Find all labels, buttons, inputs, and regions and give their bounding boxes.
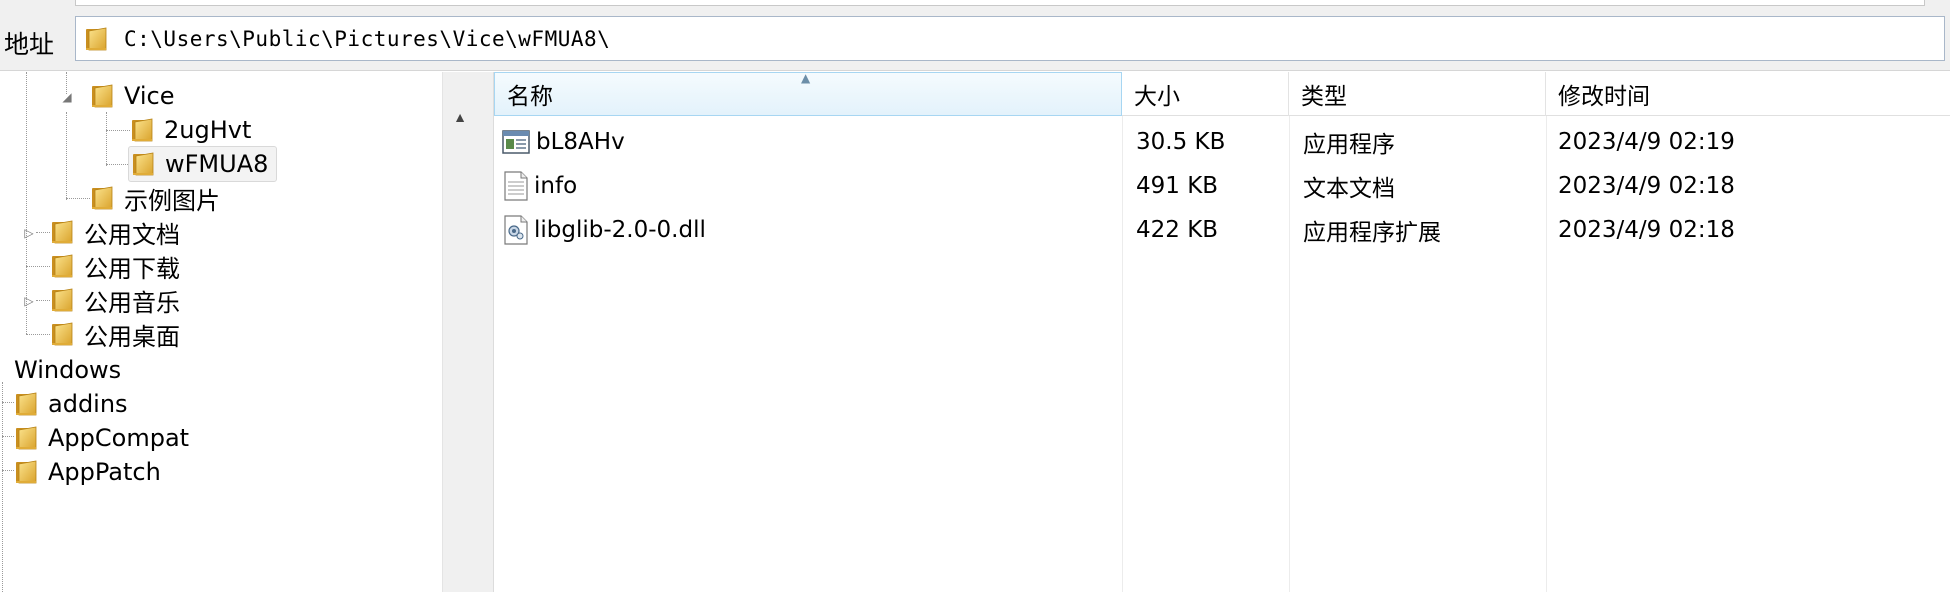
folder-icon — [14, 425, 40, 451]
folder-icon — [50, 321, 76, 347]
address-path: C:\Users\Public\Pictures\Vice\wFMUA8\ — [124, 27, 611, 51]
file-size-cell: 30.5 KB — [1136, 129, 1226, 155]
sort-ascending-icon: ▲ — [801, 71, 811, 85]
tree-item-public-music[interactable]: 公用音乐 — [50, 282, 180, 318]
column-header-label: 类型 — [1301, 84, 1347, 110]
address-input[interactable]: C:\Users\Public\Pictures\Vice\wFMUA8\ — [75, 16, 1945, 61]
tree-item-label: 示例图片 — [124, 186, 220, 215]
tree-guide — [2, 402, 14, 403]
tree-item-label: AppPatch — [48, 458, 161, 486]
file-modified-cell: 2023/4/9 02:19 — [1558, 129, 1735, 155]
tree-item-label: 公用文档 — [84, 220, 180, 249]
tree-scrollbar[interactable]: ▲ — [442, 72, 476, 592]
tree-item-public-documents[interactable]: 公用文档 — [50, 214, 180, 250]
application-icon — [502, 130, 530, 154]
file-modified-cell: 2023/4/9 02:18 — [1558, 217, 1735, 243]
folder-icon — [50, 253, 76, 279]
tree-item-vice[interactable]: Vice — [90, 78, 175, 114]
folder-icon — [50, 287, 76, 313]
file-name-cell: libglib-2.0-0.dll — [504, 212, 706, 248]
tree-guide — [106, 112, 107, 166]
tree-item-label: 2ugHvt — [164, 116, 252, 144]
address-bar-row: 地址 C:\Users\Public\Pictures\Vice\wFMUA8\ — [0, 11, 1950, 71]
tree-item-windows[interactable]: Windows — [6, 352, 121, 388]
folder-icon — [131, 151, 157, 177]
collapsed-triangle-icon[interactable]: ▷ — [22, 226, 36, 240]
file-size-cell: 491 KB — [1136, 173, 1219, 199]
tree-item-appcompat[interactable]: AppCompat — [14, 420, 189, 456]
tree-item-label: addins — [48, 390, 128, 418]
folder-icon — [90, 83, 116, 109]
column-header-label: 修改时间 — [1558, 84, 1650, 110]
tree-item-wfmua8[interactable]: wFMUA8 — [128, 146, 278, 182]
expanded-triangle-icon[interactable]: ◢ — [60, 90, 74, 104]
folder-icon — [90, 185, 116, 211]
tree-item-label: Vice — [124, 82, 175, 110]
tree-item-apppatch[interactable]: AppPatch — [14, 454, 161, 490]
tree-item-label: 公用桌面 — [84, 322, 180, 351]
file-name-cell: info — [504, 168, 577, 204]
file-name: info — [534, 173, 578, 199]
dll-file-icon — [504, 215, 528, 245]
tree-item-label: 公用下载 — [84, 254, 180, 283]
tree-item-label: AppCompat — [48, 424, 190, 452]
pane-splitter[interactable] — [476, 72, 494, 592]
file-row[interactable]: libglib-2.0-0.dll 422 KB 应用程序扩展 2023/4/9… — [494, 212, 1950, 248]
tree-guide — [66, 112, 67, 200]
column-header-size[interactable]: 大小 — [1122, 72, 1289, 116]
tree-guide — [26, 266, 50, 267]
column-header-row: ▲ 名称 大小 类型 修改时间 — [494, 71, 1950, 116]
tree-guide — [106, 130, 130, 131]
file-type-cell: 应用程序扩展 — [1303, 220, 1441, 246]
tree-item-addins[interactable]: addins — [14, 386, 128, 422]
text-document-icon — [504, 171, 528, 201]
file-size-cell: 422 KB — [1136, 217, 1219, 243]
folder-icon — [84, 26, 110, 52]
file-type-cell: 应用程序 — [1303, 132, 1395, 158]
window-top-strip — [0, 0, 1950, 11]
tree-item-public-downloads[interactable]: 公用下载 — [50, 248, 180, 284]
tree-guide — [36, 232, 50, 233]
file-row[interactable]: bL8AHv 30.5 KB 应用程序 2023/4/9 02:19 — [494, 124, 1950, 160]
tree-item-2ughvt[interactable]: 2ugHvt — [130, 112, 251, 148]
tree-item-public-desktop[interactable]: 公用桌面 — [50, 316, 180, 352]
tree-item-label: 公用音乐 — [84, 288, 180, 317]
folder-icon — [130, 117, 156, 143]
column-header-modified[interactable]: 修改时间 — [1546, 72, 1950, 116]
tree-guide — [36, 300, 50, 301]
file-type-cell: 文本文档 — [1303, 176, 1395, 202]
top-strip-frame — [75, 0, 1925, 6]
file-list[interactable]: ▲ 名称 大小 类型 修改时间 bL8AHv 30.5 KB 应用程序 2023… — [494, 71, 1950, 592]
column-header-label: 名称 — [507, 84, 553, 110]
tree-guide — [26, 334, 50, 335]
tree-guide — [2, 436, 14, 437]
column-header-type[interactable]: 类型 — [1289, 72, 1546, 116]
file-modified-cell: 2023/4/9 02:18 — [1558, 173, 1735, 199]
tree-item-sample-pictures[interactable]: 示例图片 — [90, 180, 220, 216]
column-header-label: 大小 — [1134, 84, 1180, 110]
file-name: libglib-2.0-0.dll — [534, 217, 706, 243]
scroll-up-arrow-icon[interactable]: ▲ — [443, 102, 477, 132]
tree-guide — [106, 164, 130, 165]
folder-icon — [14, 391, 40, 417]
file-name: bL8AHv — [536, 129, 625, 155]
tree-item-label: Windows — [14, 356, 122, 384]
file-row[interactable]: info 491 KB 文本文档 2023/4/9 02:18 — [494, 168, 1950, 204]
tree-item-label: wFMUA8 — [165, 150, 269, 178]
navigation-tree[interactable]: ◢ Vice 2ugHvt wFMUA8 示例图片 ▷ 公用文档 公用下载 ▷ … — [0, 72, 476, 592]
column-header-name[interactable]: ▲ 名称 — [494, 71, 1122, 116]
tree-guide — [2, 470, 14, 471]
collapsed-triangle-icon[interactable]: ▷ — [22, 294, 36, 308]
folder-icon — [50, 219, 76, 245]
folder-icon — [14, 459, 40, 485]
file-name-cell: bL8AHv — [502, 124, 625, 160]
tree-guide — [66, 198, 90, 199]
tree-guide — [2, 382, 3, 592]
address-label: 地址 — [4, 30, 55, 59]
